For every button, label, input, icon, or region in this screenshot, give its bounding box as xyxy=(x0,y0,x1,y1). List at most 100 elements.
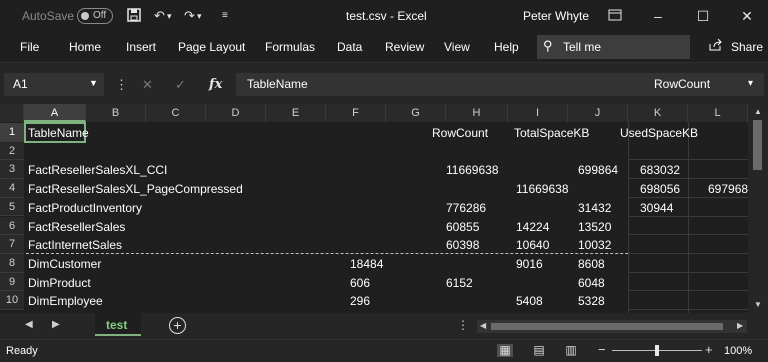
tab-formulas[interactable]: Formulas xyxy=(265,40,315,54)
cell-g10[interactable]: 296 xyxy=(350,294,370,308)
cell-i4[interactable]: 11669638 xyxy=(516,182,569,196)
worksheet-grid[interactable]: A B C D E F G H I J K L 1 TableName RowCount TotalSpace… xyxy=(0,104,768,313)
redo-dropdown-icon[interactable]: ▾ xyxy=(197,11,202,22)
cell-i8[interactable]: 9016 xyxy=(516,257,543,271)
column-header-a[interactable]: A xyxy=(24,104,86,122)
column-header-l[interactable]: L xyxy=(688,104,748,122)
horizontal-scrollbar[interactable]: ◀ ▶ xyxy=(477,320,747,333)
customize-quick-access-icon[interactable]: ≡ xyxy=(222,10,228,21)
ribbon-display-icon[interactable] xyxy=(600,6,630,26)
name-box[interactable]: A1 ▼ xyxy=(4,73,104,96)
cell-i10[interactable]: 5408 xyxy=(516,294,543,308)
tab-help[interactable]: Help xyxy=(494,40,519,54)
formula-input[interactable]: TableName RowCount ▾ xyxy=(236,73,764,96)
cell-k3[interactable]: 683032 xyxy=(640,163,680,177)
save-icon[interactable] xyxy=(127,8,141,25)
cell-h1[interactable]: RowCount xyxy=(432,126,488,140)
scroll-down-icon[interactable]: ▼ xyxy=(754,300,762,309)
cell-g8[interactable]: 18484 xyxy=(350,257,383,271)
vertical-scrollbar[interactable]: ▲ ▼ xyxy=(748,104,768,313)
row-header-8[interactable]: 8 xyxy=(0,253,24,273)
tab-page-layout[interactable]: Page Layout xyxy=(178,40,245,54)
cell-k1[interactable]: UsedSpaceKB xyxy=(620,126,698,140)
row-header-1[interactable]: 1 xyxy=(0,123,24,142)
cell-j8[interactable]: 8608 xyxy=(578,257,605,271)
row-header-4[interactable]: 4 xyxy=(0,179,24,198)
column-header-f[interactable]: F xyxy=(326,104,386,122)
cell-a9[interactable]: DimProduct xyxy=(28,276,91,290)
select-all-corner[interactable] xyxy=(0,104,24,122)
cell-h9[interactable]: 6152 xyxy=(446,276,473,290)
zoom-out-icon[interactable]: − xyxy=(598,342,606,357)
page-break-view-icon[interactable]: ▥ xyxy=(563,344,579,357)
column-header-k[interactable]: K xyxy=(628,104,688,122)
column-header-i[interactable]: I xyxy=(508,104,568,122)
cell-a10[interactable]: DimEmployee xyxy=(28,294,103,308)
cell-h6[interactable]: 60855 xyxy=(446,220,479,234)
tab-review[interactable]: Review xyxy=(385,40,424,54)
undo-icon[interactable]: ↶ xyxy=(154,8,165,24)
redo-icon[interactable]: ↷ xyxy=(184,8,195,24)
cell-k4[interactable]: 698056 xyxy=(640,182,680,196)
cell-i7[interactable]: 10640 xyxy=(516,238,549,252)
cell-j9[interactable]: 6048 xyxy=(578,276,605,290)
cell-h3[interactable]: 11669638 xyxy=(446,163,499,177)
column-header-g[interactable]: G xyxy=(386,104,446,122)
cell-k5[interactable]: 30944 xyxy=(640,201,673,215)
cell-g9[interactable]: 606 xyxy=(350,276,370,290)
cell-h5[interactable]: 776286 xyxy=(446,201,486,215)
minimize-icon[interactable]: – xyxy=(643,6,673,26)
cell-a1[interactable]: TableName xyxy=(28,126,89,140)
row-header-2[interactable]: 2 xyxy=(0,141,24,161)
tab-home[interactable]: Home xyxy=(69,40,101,54)
row-header-9[interactable]: 9 xyxy=(0,272,24,292)
row-header-5[interactable]: 5 xyxy=(0,197,24,217)
zoom-in-icon[interactable]: + xyxy=(705,342,713,357)
scroll-right-icon[interactable]: ▶ xyxy=(737,321,743,330)
vertical-scroll-thumb[interactable] xyxy=(753,120,762,170)
cell-j5[interactable]: 31432 xyxy=(578,201,611,215)
cell-a5[interactable]: FactProductInventory xyxy=(28,201,142,215)
more-options-icon[interactable]: ⋮ xyxy=(115,77,128,93)
row-header-7[interactable]: 7 xyxy=(0,235,24,254)
cell-a3[interactable]: FactResellerSalesXL_CCI xyxy=(28,163,167,177)
zoom-slider-knob[interactable] xyxy=(655,345,659,356)
close-icon[interactable]: ✕ xyxy=(732,6,762,26)
tab-data[interactable]: Data xyxy=(337,40,362,54)
cell-j6[interactable]: 13520 xyxy=(578,220,611,234)
expand-formula-icon[interactable]: ▾ xyxy=(748,78,753,89)
tab-file[interactable]: File xyxy=(20,40,39,54)
cell-j3[interactable]: 699864 xyxy=(578,163,618,177)
column-header-h[interactable]: H xyxy=(446,104,508,122)
autosave-toggle[interactable]: Off xyxy=(77,8,113,24)
cell-a8[interactable]: DimCustomer xyxy=(28,257,101,271)
splitter-handle-icon[interactable]: ⋮ xyxy=(457,318,469,332)
sheet-prev-icon[interactable]: ◀ xyxy=(25,319,33,330)
cell-j10[interactable]: 5328 xyxy=(578,294,605,308)
scroll-left-icon[interactable]: ◀ xyxy=(480,321,486,330)
cell-j7[interactable]: 10032 xyxy=(578,238,611,252)
column-header-c[interactable]: C xyxy=(146,104,206,122)
page-layout-view-icon[interactable]: ▤ xyxy=(531,344,547,357)
tell-me-search[interactable]: ⚲ Tell me xyxy=(537,35,690,59)
enter-icon[interactable]: ✓ xyxy=(175,77,186,93)
column-header-j[interactable]: J xyxy=(568,104,628,122)
column-header-e[interactable]: E xyxy=(266,104,326,122)
cell-i1[interactable]: TotalSpaceKB xyxy=(514,126,589,140)
row-header-10[interactable]: 10 xyxy=(0,291,24,310)
normal-view-icon[interactable]: ▦ xyxy=(497,344,513,357)
cell-a7[interactable]: FactInternetSales xyxy=(28,238,122,252)
cancel-icon[interactable]: ✕ xyxy=(142,77,153,93)
horizontal-scroll-thumb[interactable] xyxy=(491,323,723,330)
share-button[interactable]: Share xyxy=(709,38,763,54)
zoom-level[interactable]: 100% xyxy=(724,345,752,357)
row-header-3[interactable]: 3 xyxy=(0,160,24,180)
sheet-next-icon[interactable]: ▶ xyxy=(52,319,60,330)
scroll-up-icon[interactable]: ▲ xyxy=(754,107,762,116)
sheet-tab-test[interactable]: test xyxy=(95,313,141,336)
tab-view[interactable]: View xyxy=(444,40,470,54)
user-name[interactable]: Peter Whyte xyxy=(523,9,589,23)
cell-a4[interactable]: FactResellerSalesXL_PageCompressed xyxy=(28,182,243,196)
cell-a6[interactable]: FactResellerSales xyxy=(28,220,125,234)
zoom-slider[interactable] xyxy=(612,345,702,356)
